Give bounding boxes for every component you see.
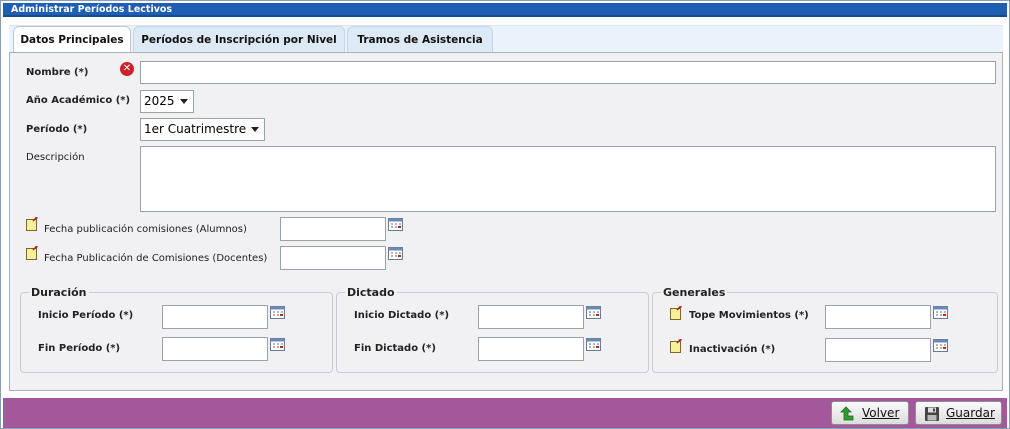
anio-label: Año Académico (*) — [26, 95, 131, 106]
fin-periodo-input[interactable] — [162, 337, 268, 361]
footer-bar: Volver Guardar — [3, 398, 1007, 428]
fecha-alumnos-input[interactable] — [280, 217, 386, 241]
nombre-input[interactable] — [140, 61, 996, 84]
dialog-window: Administrar Períodos Lectivos Datos Prin… — [0, 0, 1010, 429]
back-arrow-icon — [840, 406, 854, 421]
duracion-fieldset: Duración Inicio Período (*) Fin Período … — [20, 286, 333, 373]
tab-periodos-inscripcion[interactable]: Períodos de Inscripción por Nivel — [133, 26, 345, 53]
form-panel: Nombre (*) ✕ Año Académico (*) 2025 Perí… — [9, 52, 1003, 391]
fin-periodo-label: Fin Período (*) — [38, 343, 121, 354]
calendar-icon[interactable] — [933, 339, 948, 352]
descripcion-textarea[interactable] — [140, 146, 996, 212]
generales-legend: Generales — [661, 286, 728, 299]
tope-movimientos-label: Tope Movimientos (*) — [689, 310, 809, 321]
tab-tramos-asistencia[interactable]: Tramos de Asistencia — [347, 26, 493, 53]
note-pin-icon — [26, 217, 38, 231]
calendar-icon[interactable] — [586, 338, 601, 351]
fin-dictado-input[interactable] — [478, 337, 584, 361]
dictado-legend: Dictado — [345, 286, 397, 299]
tope-movimientos-input[interactable] — [825, 305, 931, 329]
calendar-icon[interactable] — [388, 218, 403, 231]
nombre-label: Nombre (*) — [26, 67, 89, 78]
fin-dictado-label: Fin Dictado (*) — [354, 343, 436, 354]
guardar-label: Guardar — [946, 406, 995, 420]
inicio-periodo-input[interactable] — [162, 305, 268, 329]
calendar-icon[interactable] — [388, 247, 403, 260]
inactivacion-label: Inactivación (*) — [689, 344, 776, 355]
tab-datos-principales[interactable]: Datos Principales — [13, 26, 131, 54]
calendar-icon[interactable] — [586, 306, 601, 319]
descripcion-label: Descripción — [26, 152, 85, 163]
volver-label: Volver — [862, 406, 900, 420]
duracion-legend: Duración — [29, 286, 89, 299]
fecha-alumnos-label: Fecha publicación comisiones (Alumnos) — [44, 224, 247, 235]
chevron-down-icon — [180, 99, 188, 104]
dictado-fieldset: Dictado Inicio Dictado (*) Fin Dictado (… — [336, 286, 649, 373]
periodo-value: 1er Cuatrimestre — [144, 122, 247, 136]
floppy-disk-icon — [925, 407, 939, 421]
periodo-select[interactable]: 1er Cuatrimestre — [140, 118, 265, 141]
fecha-docentes-label: Fecha Publicación de Comisiones (Docente… — [44, 253, 268, 264]
calendar-icon[interactable] — [933, 306, 948, 319]
chevron-down-icon — [251, 127, 259, 132]
generales-fieldset: Generales Tope Movimientos (*) Inactivac… — [652, 286, 998, 373]
note-pin-icon — [670, 339, 682, 353]
anio-select[interactable]: 2025 — [140, 90, 194, 113]
calendar-icon[interactable] — [270, 338, 285, 351]
title-bar: Administrar Períodos Lectivos — [3, 3, 1007, 17]
periodo-label: Período (*) — [26, 124, 88, 135]
inactivacion-input[interactable] — [825, 338, 931, 362]
inicio-dictado-label: Inicio Dictado (*) — [354, 310, 450, 321]
inicio-dictado-input[interactable] — [478, 305, 584, 329]
note-pin-icon — [670, 306, 682, 320]
error-icon: ✕ — [120, 62, 134, 76]
window-title: Administrar Períodos Lectivos — [11, 4, 173, 15]
anio-value: 2025 — [144, 94, 175, 108]
note-pin-icon — [26, 246, 38, 260]
fecha-docentes-input[interactable] — [280, 246, 386, 270]
volver-button[interactable]: Volver — [831, 401, 909, 425]
calendar-icon[interactable] — [270, 306, 285, 319]
guardar-button[interactable]: Guardar — [915, 401, 1002, 425]
tab-strip: Datos Principales Períodos de Inscripció… — [9, 25, 1003, 54]
inicio-periodo-label: Inicio Período (*) — [38, 310, 134, 321]
